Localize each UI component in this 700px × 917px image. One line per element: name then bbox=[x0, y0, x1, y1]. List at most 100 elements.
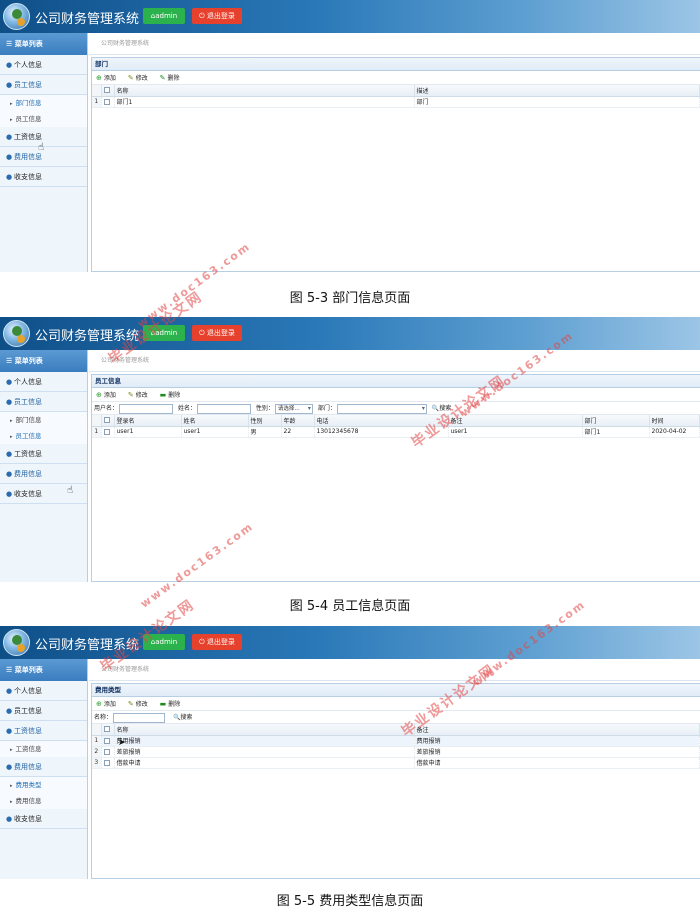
sidebar-item-personal[interactable]: ● 个人信息 bbox=[0, 55, 87, 75]
sidebar-item-employee[interactable]: ● 员工信息 bbox=[0, 75, 87, 95]
app-logo-icon bbox=[3, 629, 30, 656]
triangle-icon: ▸ bbox=[10, 101, 13, 107]
sidebar-item-label: 费用信息 bbox=[14, 153, 42, 161]
list-icon: ☰ bbox=[6, 666, 13, 674]
logout-button[interactable]: ⏻ 退出登录 bbox=[192, 634, 242, 650]
cell-name: user1 bbox=[181, 426, 249, 438]
sidebar-item-income[interactable]: ● 收支信息 bbox=[0, 167, 87, 187]
sidebar-subitem-emp-info[interactable]: ▸ 员工信息 bbox=[0, 428, 87, 444]
dept-select[interactable] bbox=[336, 403, 427, 414]
sidebar-item-personal[interactable]: ● 个人信息 bbox=[0, 681, 87, 701]
name-input[interactable] bbox=[113, 712, 166, 723]
sidebar-subitem-label: 费用类型 bbox=[15, 781, 42, 789]
column-header[interactable]: 备注 bbox=[414, 724, 700, 736]
add-button[interactable]: ⊕ 添加 bbox=[96, 697, 116, 712]
panel-title: 费用类型 bbox=[92, 684, 700, 697]
table-row[interactable]: 2 差旅报销 差旅报销 bbox=[92, 746, 700, 758]
logout-button[interactable]: ⏻ 退出登录 bbox=[192, 8, 242, 24]
delete-button[interactable]: ▬ 删除 bbox=[160, 388, 181, 403]
edit-button[interactable]: ✎ 修改 bbox=[128, 71, 148, 86]
select-all-checkbox[interactable] bbox=[101, 724, 115, 736]
user-icon: ● bbox=[6, 398, 13, 406]
cell-dept: 部门1 bbox=[582, 426, 650, 438]
table-row[interactable]: 3 借款申请 借款申请 bbox=[92, 757, 700, 769]
table-row[interactable]: 1 部门1 部门 bbox=[92, 96, 700, 108]
checkbox-icon bbox=[103, 726, 110, 733]
column-header[interactable]: 部门 bbox=[582, 415, 650, 427]
row-checkbox[interactable] bbox=[101, 735, 115, 747]
user-icon: ● bbox=[6, 61, 13, 69]
delete-button[interactable]: ✎ 删除 bbox=[160, 71, 180, 86]
cell-age: 22 bbox=[281, 426, 315, 438]
row-number: 1 bbox=[92, 426, 102, 438]
sidebar-subitem-expense-type[interactable]: ▸ 费用类型 bbox=[0, 777, 87, 793]
column-header[interactable]: 姓名 bbox=[181, 415, 249, 427]
filter-bar: 名称： 🔍搜索 bbox=[92, 711, 700, 724]
row-checkbox[interactable] bbox=[101, 96, 115, 108]
sidebar-item-expense[interactable]: ● 费用信息 bbox=[0, 757, 87, 777]
add-button[interactable]: ⊕ 添加 bbox=[96, 388, 116, 403]
sidebar-subitem-label: 员工信息 bbox=[15, 432, 42, 440]
select-all-checkbox[interactable] bbox=[101, 415, 115, 427]
hand-cursor-icon: ☝ bbox=[38, 142, 45, 153]
sidebar-item-employee[interactable]: ● 员工信息 bbox=[0, 701, 87, 721]
edit-button[interactable]: ✎ 修改 bbox=[128, 697, 148, 712]
sidebar-item-label: 费用信息 bbox=[14, 763, 42, 771]
gender-select[interactable]: 请选择... bbox=[274, 403, 313, 414]
checkbox-icon bbox=[103, 759, 110, 766]
user-icon: ● bbox=[6, 133, 13, 141]
edit-button[interactable]: ✎ 修改 bbox=[128, 388, 148, 403]
sidebar-item-salary[interactable]: ● 工资信息 bbox=[0, 721, 87, 741]
sidebar-subitem-emp-info[interactable]: ▸ 员工信息 bbox=[0, 111, 87, 127]
delete-button[interactable]: ▬ 删除 bbox=[160, 697, 181, 712]
sidebar-item-income[interactable]: ● 收支信息 bbox=[0, 484, 87, 504]
power-icon: ⏻ bbox=[199, 12, 205, 20]
sidebar-item-employee[interactable]: ● 员工信息 bbox=[0, 392, 87, 412]
triangle-icon: ▸ bbox=[10, 434, 13, 440]
data-table: 登录名 姓名 性别 年龄 电话 备注 部门 时间 1 user1 user1 男… bbox=[92, 415, 700, 438]
app-title: 公司财务管理系统 bbox=[35, 12, 140, 27]
user-button[interactable]: ⌂admin bbox=[143, 8, 185, 24]
toolbar: ⊕ 添加 ✎ 修改 ▬ 删除 bbox=[92, 697, 700, 711]
sidebar-item-salary[interactable]: ● 工资信息 bbox=[0, 444, 87, 464]
select-all-checkbox[interactable] bbox=[101, 85, 115, 97]
sidebar-item-expense[interactable]: ● 费用信息 bbox=[0, 464, 87, 484]
sidebar-item-label: 收支信息 bbox=[14, 815, 42, 823]
row-checkbox[interactable] bbox=[101, 757, 115, 769]
table-header-row: 名称 备注 bbox=[92, 724, 700, 736]
cell-note: 费用报销 bbox=[414, 735, 700, 747]
plus-circle-icon: ⊕ bbox=[96, 74, 102, 82]
sidebar-item-income[interactable]: ● 收支信息 bbox=[0, 809, 87, 829]
column-header[interactable]: 名称 bbox=[114, 724, 415, 736]
sidebar-subitem-dept-info[interactable]: ▸ 部门信息 bbox=[0, 95, 87, 111]
sidebar-header: ☰ 菜单列表 bbox=[0, 659, 87, 681]
sidebar-subitem-salary-info[interactable]: ▸ 工资信息 bbox=[0, 741, 87, 757]
main-content: 公司财务管理系统 费用类型 ⊕ 添加 ✎ 修改 ▬ 删除 名称： 🔍搜索 名称 备注 bbox=[89, 659, 700, 879]
triangle-icon: ▸ bbox=[10, 117, 13, 123]
figure-caption: 图 5-5 费用类型信息页面 bbox=[276, 894, 424, 909]
table-row[interactable]: 1 user1 user1 男 22 13012345678 user1 部门1… bbox=[92, 426, 700, 438]
row-checkbox[interactable] bbox=[101, 746, 115, 758]
username-input[interactable] bbox=[119, 403, 174, 414]
column-header[interactable]: 描述 bbox=[414, 85, 700, 97]
row-number: 3 bbox=[92, 757, 102, 769]
screenshot-employee: 公司财务管理系统 ⌂admin ⏻ 退出登录 ☰ 菜单列表 ● 个人信息 ● 员工信… bbox=[0, 317, 700, 582]
name-input[interactable] bbox=[196, 403, 251, 414]
sidebar-item-label: 工资信息 bbox=[14, 133, 42, 141]
add-button[interactable]: ⊕ 添加 bbox=[96, 71, 116, 86]
table-row[interactable]: 1 费用报销 费用报销 bbox=[92, 735, 700, 747]
search-button[interactable]: 🔍搜索 bbox=[173, 711, 193, 724]
sidebar-subitem-dept-info[interactable]: ▸ 部门信息 bbox=[0, 412, 87, 428]
column-header[interactable]: 名称 bbox=[114, 85, 415, 97]
column-header[interactable]: 年龄 bbox=[281, 415, 315, 427]
column-header[interactable]: 时间 bbox=[649, 415, 700, 427]
logout-button[interactable]: ⏻ 退出登录 bbox=[192, 325, 242, 341]
row-checkbox[interactable] bbox=[101, 426, 115, 438]
sidebar-item-personal[interactable]: ● 个人信息 bbox=[0, 372, 87, 392]
column-header[interactable]: 登录名 bbox=[114, 415, 182, 427]
search-icon: 🔍 bbox=[172, 714, 181, 721]
column-header[interactable]: 性别 bbox=[248, 415, 282, 427]
app-logo-icon bbox=[3, 3, 30, 30]
data-panel: 费用类型 ⊕ 添加 ✎ 修改 ▬ 删除 名称： 🔍搜索 名称 备注 1 费用报销… bbox=[91, 683, 700, 879]
sidebar-subitem-expense-info[interactable]: ▸ 费用信息 bbox=[0, 793, 87, 809]
